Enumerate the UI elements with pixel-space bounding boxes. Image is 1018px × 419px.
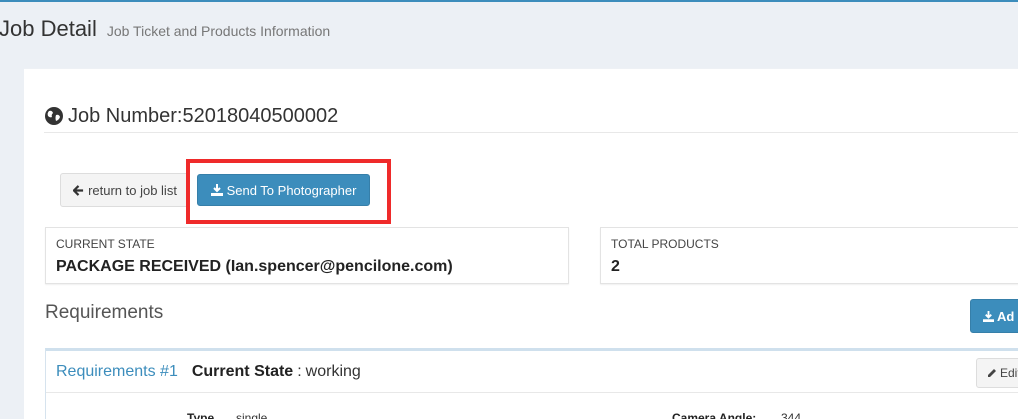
detail-camera-angle-value: 344 bbox=[781, 411, 802, 419]
arrow-left-icon bbox=[73, 184, 84, 196]
page-title: Job Detail bbox=[0, 16, 97, 41]
detail-type-value: single bbox=[236, 411, 268, 419]
edit-requirement-label: Edit bbox=[1000, 366, 1018, 380]
requirement-link[interactable]: Requirements #1 bbox=[56, 363, 178, 381]
top-border bbox=[0, 0, 1018, 2]
download-icon bbox=[983, 310, 994, 322]
add-requirement-button[interactable]: Ad bbox=[970, 299, 1018, 333]
job-detail-box: Job Number: 52018040500002 return to job… bbox=[24, 68, 1018, 419]
requirement-state-value: working bbox=[305, 362, 361, 380]
return-to-job-list-label: return to job list bbox=[88, 182, 177, 198]
current-state-value: PACKAGE RECEIVED (Ian.spencer@pencilone.… bbox=[56, 258, 453, 275]
detail-camera-angle-label: Camera Angle: bbox=[672, 411, 757, 419]
requirement-panel: Requirements #1 Current State : working … bbox=[45, 348, 1018, 419]
highlight-frame bbox=[186, 159, 391, 224]
job-number-value: 52018040500002 bbox=[182, 104, 339, 127]
total-products-label: TOTAL PRODUCTS bbox=[611, 237, 719, 251]
page-subtitle: Job Ticket and Products Information bbox=[106, 23, 331, 39]
total-products-value: 2 bbox=[611, 258, 620, 275]
current-state-label: CURRENT STATE bbox=[56, 237, 155, 251]
return-to-job-list-button[interactable]: return to job list bbox=[60, 173, 190, 207]
pencil-icon bbox=[988, 369, 996, 377]
detail-type-label: Type bbox=[187, 411, 215, 419]
requirement-panel-header: Requirements #1 Current State : working … bbox=[46, 351, 1018, 393]
edit-requirement-button[interactable]: Edit bbox=[976, 358, 1018, 388]
globe-icon bbox=[45, 107, 63, 125]
divider bbox=[44, 132, 1018, 133]
total-products-box: TOTAL PRODUCTS 2 bbox=[600, 227, 1018, 284]
requirements-title: Requirements bbox=[45, 302, 164, 323]
requirement-state-separator: : bbox=[297, 362, 302, 380]
page-header: Job Detail Job Ticket and Products Infor… bbox=[0, 16, 330, 46]
add-requirement-label: Ad bbox=[997, 308, 1015, 324]
current-state-box: CURRENT STATE PACKAGE RECEIVED (Ian.spen… bbox=[45, 227, 569, 284]
job-number-label: Job Number: bbox=[68, 104, 183, 127]
job-number-row: Job Number: 52018040500002 bbox=[44, 99, 1018, 133]
requirement-state-label: Current State bbox=[191, 362, 294, 380]
